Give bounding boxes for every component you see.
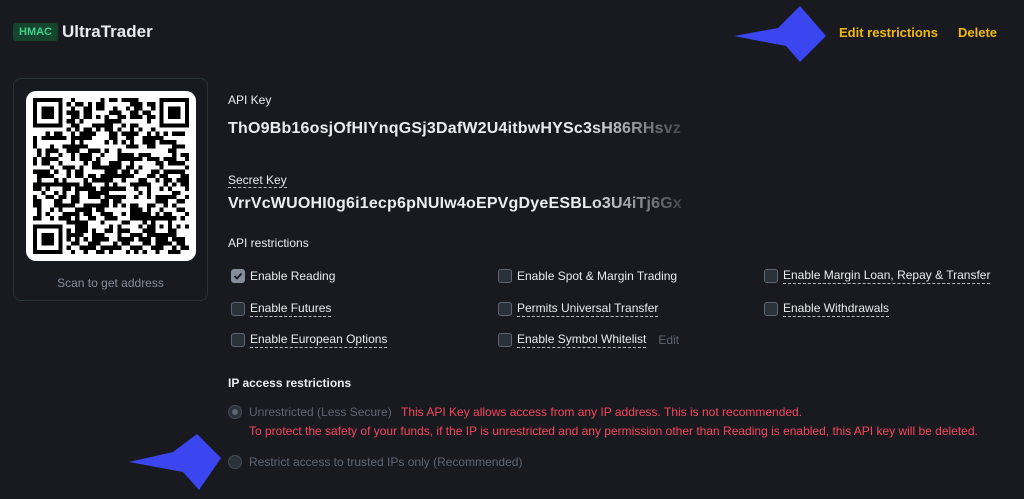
perm-label: Enable Reading: [250, 269, 336, 283]
api-key-name: UltraTrader: [62, 22, 153, 41]
radio-button[interactable]: [228, 405, 242, 419]
perm-label: Enable Futures: [250, 301, 332, 317]
qr-caption: Scan to get address: [57, 276, 164, 290]
checkbox[interactable]: [498, 269, 512, 283]
qr-code-icon: [26, 91, 196, 261]
checkbox[interactable]: [764, 269, 778, 283]
api-key-value[interactable]: ThO9Bb16osjOfHIYnqGSj3DafW2U4itbwHYSc3sH…: [228, 120, 706, 138]
checkbox[interactable]: [231, 302, 245, 316]
ip-access-title: IP access restrictions: [228, 376, 352, 390]
perm-label: Permits Universal Transfer: [517, 301, 659, 317]
secret-key-value[interactable]: VrrVcWUOHI0g6i1ecp6pNUIw4oEPVgDyeESBLo3U…: [228, 195, 706, 213]
delete-button[interactable]: Delete: [958, 25, 997, 40]
perm-enable-reading[interactable]: Enable Reading: [231, 267, 335, 285]
perm-european-options[interactable]: Enable European Options: [231, 331, 388, 349]
checkbox[interactable]: [498, 333, 512, 347]
unrestricted-warning: This API Key allows access from any IP a…: [401, 405, 803, 419]
api-restrictions-label: API restrictions: [228, 236, 309, 250]
perm-enable-futures[interactable]: Enable Futures: [231, 300, 332, 318]
perm-label: Enable Symbol Whitelist: [517, 332, 647, 348]
perm-label: Enable Withdrawals: [783, 301, 890, 317]
checkbox[interactable]: [231, 333, 245, 347]
perm-enable-withdrawals[interactable]: Enable Withdrawals: [764, 300, 890, 318]
whitelist-edit-link[interactable]: Edit: [658, 333, 679, 347]
checkbox[interactable]: [231, 269, 245, 283]
perm-enable-margin-loan[interactable]: Enable Margin Loan, Repay & Transfer: [764, 267, 991, 285]
secret-key-label: Secret Key: [228, 173, 287, 188]
hmac-badge: HMAC: [13, 23, 58, 41]
api-key-label: API Key: [228, 93, 272, 107]
perm-label: Enable European Options: [250, 332, 388, 348]
perm-symbol-whitelist[interactable]: Enable Symbol Whitelist Edit: [498, 331, 679, 349]
radio-label: Restrict access to trusted IPs only (Rec…: [249, 455, 523, 469]
pointer-arrow-icon: [734, 6, 826, 62]
radio-label: Unrestricted (Less Secure): [249, 405, 392, 419]
radio-button[interactable]: [228, 455, 242, 469]
checkmark-icon: [233, 272, 243, 280]
pointer-arrow-icon: [129, 434, 221, 490]
radio-unrestricted[interactable]: Unrestricted (Less Secure): [228, 405, 392, 419]
perm-label: Enable Margin Loan, Repay & Transfer: [783, 268, 991, 284]
qr-card: Scan to get address: [13, 78, 208, 301]
radio-restricted[interactable]: Restrict access to trusted IPs only (Rec…: [228, 455, 522, 469]
checkbox[interactable]: [764, 302, 778, 316]
edit-restrictions-button[interactable]: Edit restrictions: [839, 25, 938, 40]
perm-label: Enable Spot & Margin Trading: [517, 269, 678, 283]
checkbox[interactable]: [498, 302, 512, 316]
page-header: HMAC UltraTrader Edit restrictions Delet…: [0, 0, 1024, 64]
perm-universal-transfer[interactable]: Permits Universal Transfer: [498, 300, 659, 318]
perm-enable-spot-margin-trading[interactable]: Enable Spot & Margin Trading: [498, 267, 677, 285]
unrestricted-deletion-warning: To protect the safety of your funds, if …: [249, 424, 978, 438]
